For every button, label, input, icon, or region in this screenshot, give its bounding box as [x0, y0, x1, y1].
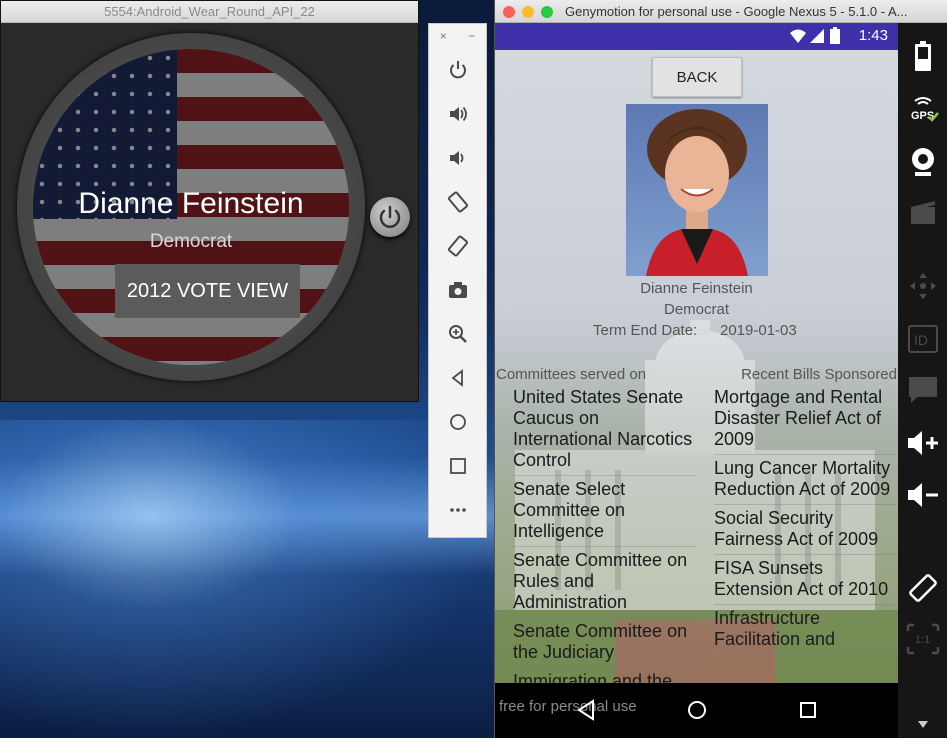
term-end-label: Term End Date: — [593, 322, 698, 339]
svg-text:1:1: 1:1 — [915, 634, 930, 646]
toolbar-more-button[interactable] — [429, 488, 486, 532]
watch-face: Dianne Feinstein Democrat 2012 VOTE VIEW — [33, 49, 349, 365]
wifi-icon — [790, 29, 806, 43]
sidebar-gps-button[interactable]: GPS — [898, 95, 947, 125]
toolbar-home-button[interactable] — [429, 400, 486, 444]
sidebar-battery-button[interactable] — [898, 41, 947, 71]
nav-home-icon[interactable] — [686, 699, 708, 721]
genymotion-sidebar: GPS ID 1:1 — [898, 23, 947, 738]
toolbar-screenshot-button[interactable] — [429, 268, 486, 312]
sidebar-id-button[interactable]: ID — [898, 324, 947, 354]
sidebar-media-button[interactable] — [898, 199, 947, 225]
watch-bezel: Dianne Feinstein Democrat 2012 VOTE VIEW — [17, 33, 365, 381]
toolbar-overview-button[interactable] — [429, 444, 486, 488]
toolbar-power-button[interactable] — [429, 48, 486, 92]
sidebar-dpad-button[interactable] — [898, 271, 947, 301]
close-window-button[interactable] — [503, 6, 515, 18]
bill-item[interactable]: Infrastructure Facilitation and — [714, 608, 896, 655]
free-personal-use-watermark: free for personal use — [499, 698, 637, 715]
committee-item[interactable]: Senate Committee on Rules and Administra… — [513, 550, 696, 618]
dpad-icon — [910, 273, 936, 299]
committee-item[interactable]: Immigration and the — [513, 671, 696, 683]
battery-icon — [830, 27, 840, 44]
sidebar-volume-up-button[interactable] — [898, 429, 947, 457]
pixel-perfect-icon: 1:1 — [906, 623, 940, 655]
rotate-left-icon — [447, 191, 468, 213]
toolbar-rotate-left-button[interactable] — [429, 180, 486, 224]
media-icon — [911, 201, 935, 224]
genymotion-window-title: Genymotion for personal use - Google Nex… — [565, 4, 908, 19]
senator-party: Democrat — [663, 301, 730, 318]
more-icon — [449, 508, 466, 512]
wear-window-title: 5554:Android_Wear_Round_API_22 — [1, 1, 418, 23]
genymotion-window: Genymotion for personal use - Google Nex… — [494, 0, 947, 738]
committee-item[interactable]: Senate Committee on the Judiciary — [513, 621, 696, 668]
sidebar-volume-down-button[interactable] — [898, 481, 947, 509]
watch-senator-party: Democrat — [149, 231, 233, 252]
home-icon — [449, 414, 466, 430]
senator-name: Dianne Feinstein — [640, 280, 753, 297]
genymotion-title-bar: Genymotion for personal use - Google Nex… — [495, 0, 947, 23]
committees-header: Committees served on — [496, 366, 647, 383]
bill-item[interactable]: Social Security Fairness Act of 2009 — [714, 508, 896, 555]
volume-up-icon — [908, 431, 938, 455]
desktop-background — [0, 420, 500, 738]
zoom-icon — [448, 325, 467, 343]
volume-down-icon — [449, 151, 463, 165]
toolbar-volume-up-button[interactable] — [429, 92, 486, 136]
battery-icon — [915, 41, 931, 71]
toolbar-back-button[interactable] — [429, 356, 486, 400]
watch-power-button[interactable] — [370, 197, 410, 237]
volume-down-icon — [908, 483, 938, 507]
toolbar-minimize-button[interactable]: − — [468, 29, 475, 43]
back-button[interactable]: BACK — [652, 57, 742, 97]
committee-item[interactable]: Senate Select Committee on Intelligence — [513, 479, 696, 547]
toolbar-zoom-button[interactable] — [429, 312, 486, 356]
emulator-toolbar: × − — [428, 23, 487, 538]
power-icon — [449, 61, 466, 79]
svg-text:ID: ID — [914, 332, 928, 348]
sidebar-pixel-perfect-button[interactable]: 1:1 — [898, 623, 947, 655]
back-icon — [451, 369, 463, 387]
volume-up-icon — [449, 106, 467, 122]
sidebar-webcam-button[interactable] — [898, 146, 947, 178]
sms-icon — [909, 377, 937, 403]
power-icon — [379, 205, 401, 228]
camera-icon — [448, 282, 467, 298]
sidebar-rotate-button[interactable] — [898, 572, 947, 604]
gps-icon: GPS — [911, 97, 939, 122]
toolbar-rotate-right-button[interactable] — [429, 224, 486, 268]
webcam-icon — [912, 148, 934, 176]
status-time: 1:43 — [858, 27, 888, 44]
overview-icon — [449, 458, 466, 474]
rotate-icon — [909, 574, 937, 602]
term-end-value: 2019-01-03 — [720, 322, 797, 339]
bills-header: Recent Bills Sponsored — [741, 366, 897, 383]
android-status-bar: 1:43 — [495, 23, 898, 50]
committee-item[interactable]: United States Senate Caucus on Internati… — [513, 387, 696, 476]
bills-list: Mortgage and Rental Disaster Relief Act … — [714, 387, 896, 658]
id-icon: ID — [908, 325, 938, 353]
cell-signal-icon — [810, 29, 824, 43]
senator-portrait — [626, 104, 768, 276]
bill-item[interactable]: Lung Cancer Mortality Reduction Act of 2… — [714, 458, 896, 505]
wear-emulator-window: 5554:Android_Wear_Round_API_22 Dianne Fe… — [0, 0, 419, 402]
toolbar-close-button[interactable]: × — [440, 29, 447, 43]
bill-item[interactable]: FISA Sunsets Extension Act of 2010 — [714, 558, 896, 605]
watch-senator-name: Dianne Feinstein — [78, 187, 304, 220]
minimize-window-button[interactable] — [522, 6, 534, 18]
zoom-window-button[interactable] — [541, 6, 553, 18]
toolbar-volume-down-button[interactable] — [429, 136, 486, 180]
rotate-right-icon — [447, 235, 468, 257]
nav-back-icon[interactable] — [575, 699, 597, 721]
nav-recents-icon[interactable] — [797, 699, 819, 721]
chevron-down-icon[interactable] — [918, 721, 928, 729]
bill-item[interactable]: Mortgage and Rental Disaster Relief Act … — [714, 387, 896, 455]
vote-view-button[interactable]: 2012 VOTE VIEW — [115, 264, 300, 318]
sidebar-sms-button[interactable] — [898, 375, 947, 405]
app-screen: BACK Dianne Feinstein Democrat Term End … — [495, 50, 898, 683]
committees-list: United States Senate Caucus on Internati… — [513, 387, 696, 683]
android-nav-bar: free for personal use — [495, 683, 898, 738]
